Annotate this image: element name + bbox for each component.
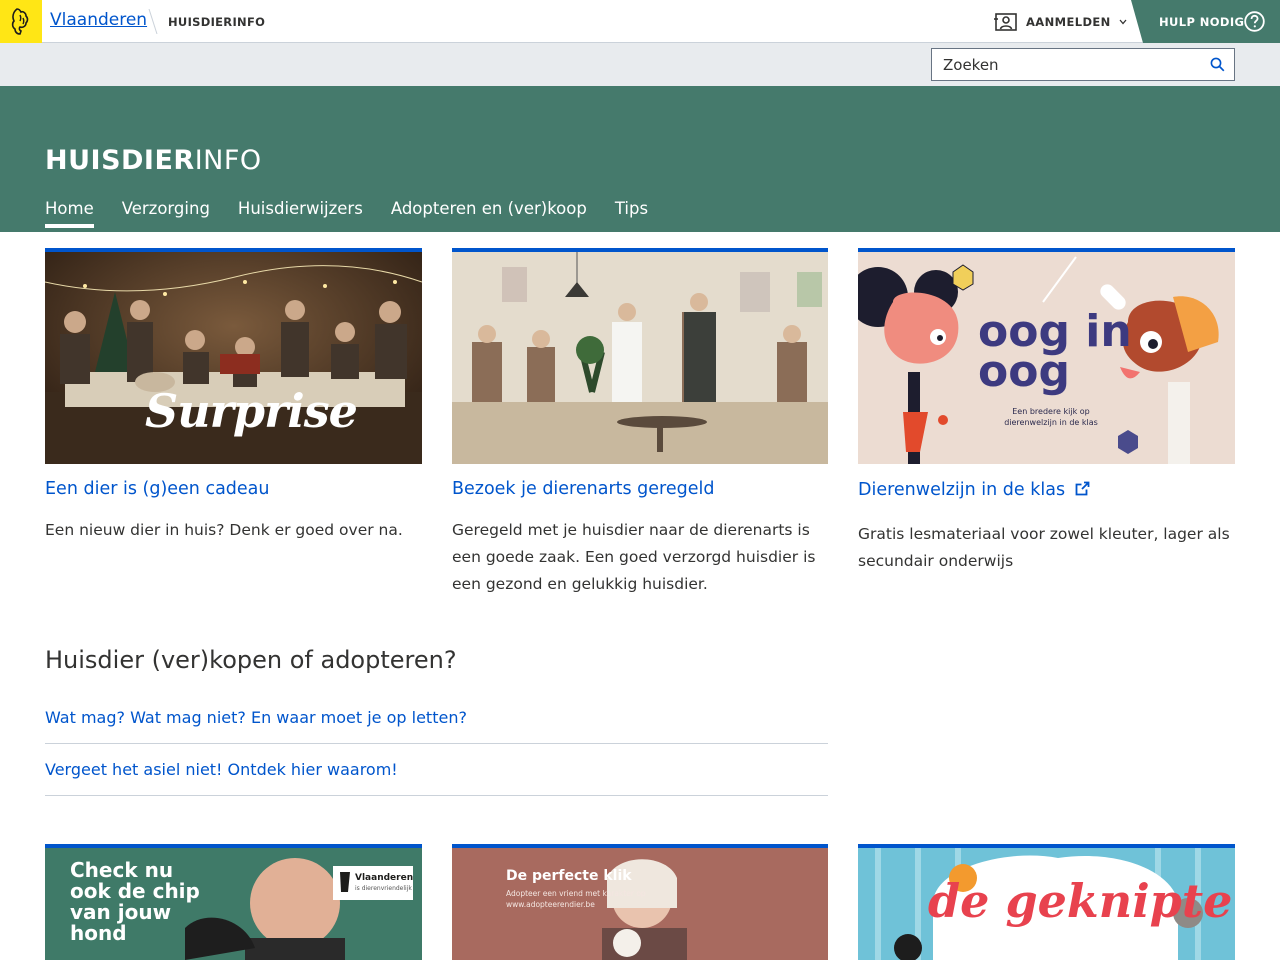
site-title-bold: HUISDIER bbox=[45, 145, 195, 176]
card-image[interactable]: Surprise bbox=[45, 248, 422, 464]
login-label: AANMELDEN bbox=[1026, 15, 1111, 29]
card-title[interactable]: Een dier is (g)een cadeau bbox=[45, 479, 270, 499]
promo-card[interactable]: Check nu ook de chip van jouw hond Vlaan… bbox=[45, 844, 422, 960]
vlaanderen-logo[interactable] bbox=[0, 0, 42, 43]
site-title-light: INFO bbox=[194, 145, 262, 176]
card-image[interactable]: oog in oog Een bredere kijk op dierenwel… bbox=[858, 248, 1235, 464]
chevron-down-icon bbox=[1119, 19, 1127, 25]
site-name[interactable]: HUISDIERINFO bbox=[168, 15, 265, 29]
user-card-icon bbox=[994, 13, 1017, 31]
nav-tips[interactable]: Tips bbox=[615, 199, 648, 227]
promo-card[interactable]: de geknipte bbox=[858, 844, 1235, 960]
lion-icon bbox=[11, 8, 29, 35]
brand-link[interactable]: Vlaanderen bbox=[50, 10, 147, 30]
card-title-external[interactable]: Dierenwelzijn in de klas bbox=[858, 480, 1090, 500]
nav-home[interactable]: Home bbox=[45, 199, 94, 228]
promo-card[interactable]: De perfecte klik Adopteer een vriend met… bbox=[452, 844, 828, 960]
teaser-card[interactable]: oog in oog Een bredere kijk op dierenwel… bbox=[858, 248, 1235, 464]
card-image[interactable]: Check nu ook de chip van jouw hond Vlaan… bbox=[45, 844, 422, 960]
separator bbox=[148, 9, 158, 34]
login-button[interactable]: AANMELDEN bbox=[994, 10, 1127, 34]
card-text: Geregeld met je huisdier naar de dierena… bbox=[452, 521, 816, 593]
card-image[interactable]: De perfecte klik Adopteer een vriend met… bbox=[452, 844, 828, 960]
section-title: Huisdier (ver)kopen of adopteren? bbox=[45, 646, 457, 674]
card-image[interactable]: de geknipte bbox=[858, 844, 1235, 960]
oog-in-oog-image-subtext: Een bredere kijk op dierenwelzijn in de … bbox=[1004, 407, 1098, 427]
list-link[interactable]: Wat mag? Wat mag niet? En waar moet je o… bbox=[45, 708, 467, 727]
badge-sublabel: is dierenvriendelijk bbox=[355, 885, 412, 892]
search-box bbox=[931, 48, 1235, 81]
oog-in-oog-image-text: oog in oog bbox=[978, 306, 1132, 397]
badge-label: Vlaanderen bbox=[355, 873, 414, 883]
teaser-card[interactable]: Surprise bbox=[45, 248, 422, 464]
nav-adopteren[interactable]: Adopteren en (ver)koop bbox=[391, 199, 587, 227]
main-nav: Home Verzorging Huisdierwijzers Adoptere… bbox=[45, 199, 648, 228]
search-input[interactable] bbox=[932, 49, 1202, 80]
search-icon[interactable] bbox=[1210, 57, 1225, 72]
global-header: Vlaanderen HUISDIERINFO AANMELDEN HULP N… bbox=[0, 0, 1280, 43]
external-link-icon bbox=[1075, 481, 1090, 496]
help-label[interactable]: HULP NODIG bbox=[1159, 15, 1244, 29]
nav-huisdierwijzers[interactable]: Huisdierwijzers bbox=[238, 199, 363, 227]
nav-verzorging[interactable]: Verzorging bbox=[122, 199, 210, 227]
promo-headline: Check nu ook de chip van jouw hond bbox=[70, 858, 200, 945]
card-text: Een nieuw dier in huis? Denk er goed ove… bbox=[45, 521, 403, 539]
list-item[interactable]: Vergeet het asiel niet! Ontdek hier waar… bbox=[45, 744, 828, 796]
site-title[interactable]: HUISDIERINFO bbox=[45, 145, 262, 176]
card-title[interactable]: Bezoek je dierenarts geregeld bbox=[452, 479, 714, 499]
surprise-image-text: Surprise bbox=[145, 384, 358, 438]
question-icon[interactable] bbox=[1244, 11, 1265, 32]
card-text: Gratis lesmateriaal voor zowel kleuter, … bbox=[858, 525, 1230, 570]
promo-subtext: Adopteer een vriend met karakter op www.… bbox=[506, 889, 646, 909]
list-link[interactable]: Vergeet het asiel niet! Ontdek hier waar… bbox=[45, 760, 398, 779]
promo-headline: De perfecte klik bbox=[506, 868, 632, 884]
vet-waiting-room-image bbox=[452, 252, 828, 464]
list-item[interactable]: Wat mag? Wat mag niet? En waar moet je o… bbox=[45, 692, 828, 744]
promo-headline: de geknipte bbox=[928, 874, 1233, 928]
card-image[interactable] bbox=[452, 248, 828, 464]
teaser-card[interactable] bbox=[452, 248, 828, 464]
card-title-label: Dierenwelzijn in de klas bbox=[858, 480, 1066, 500]
